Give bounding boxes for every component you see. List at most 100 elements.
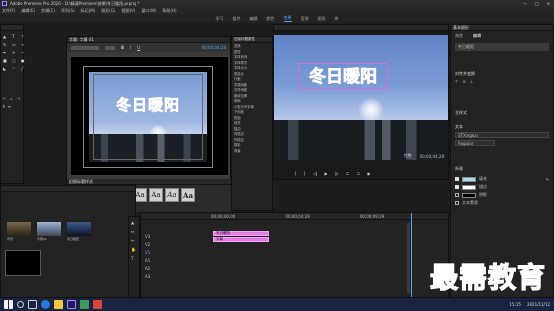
overwrite-icon[interactable]: ⊐ [356,171,359,176]
program-title-text[interactable]: 冬日暖阳 [298,63,388,89]
canvas-title-text[interactable]: 冬日暖阳 [111,95,185,115]
shadow-checkbox[interactable] [455,193,459,197]
align-center-icon[interactable]: ⊥ [9,96,12,101]
app-taskbar-icon[interactable] [93,300,102,309]
ripple-tool-icon[interactable]: ⇔ [131,229,137,234]
type-tool-icon[interactable]: T [12,34,18,39]
search-icon[interactable] [17,301,24,308]
track-v1[interactable]: V1 [145,249,205,257]
razor-tool-icon[interactable]: ✂ [131,238,137,243]
step-forward-icon[interactable]: |▷ [335,171,339,176]
close-button[interactable]: ✕ [547,1,550,6]
vertical-type-tool-icon[interactable]: ⊤ [21,34,27,39]
font-style-dropdown[interactable]: Regular [455,140,495,146]
tab-color[interactable]: 颜色 [267,16,275,22]
track-a2[interactable]: A2 [145,265,205,273]
line-tool-icon[interactable]: ╱ [21,66,27,71]
project-thumb[interactable] [7,222,31,236]
menu-graphics[interactable]: 图形(G) [101,8,115,14]
prop-row[interactable]: 背景 [234,149,270,155]
stroke-checkbox[interactable] [455,185,459,189]
tab-libraries[interactable]: 库 [335,16,339,22]
timeline-clip[interactable]: 字幕 [213,237,269,242]
play-icon[interactable]: ▶ [325,171,328,176]
menu-sequence[interactable]: 序列(S) [61,8,75,14]
tab-edit[interactable]: 编辑 [473,33,481,39]
align-middle-icon[interactable]: ⊝ [462,79,465,84]
font-dropdown[interactable] [71,45,99,50]
menu-window[interactable]: 窗口(W) [141,8,156,14]
timecode-field[interactable]: 00;00;04;28 [202,45,226,50]
menu-edit[interactable]: 编辑(E) [21,8,35,14]
track-v2[interactable]: V2 [145,241,205,249]
program-viewer[interactable]: 冬日暖阳 [274,35,448,160]
menu-help[interactable]: 帮助(H) [162,8,176,14]
premiere-taskbar-icon[interactable] [67,300,76,309]
area-type-tool-icon[interactable]: ▭ [12,42,18,47]
select-tool-icon[interactable]: ▲ [131,220,137,225]
title-canvas[interactable]: 冬日暖阳 [71,57,228,175]
align-top-icon[interactable]: ⊤ [455,79,458,84]
playhead[interactable] [411,213,412,297]
timeline-scroll[interactable] [407,223,410,293]
eyedropper-icon[interactable]: ✎ [546,177,549,182]
track-v3[interactable]: V3 [145,233,205,241]
app-taskbar-icon[interactable] [80,300,89,309]
insert-icon[interactable]: ⊏ [346,171,349,176]
font-dropdown[interactable]: STXingkai [455,132,549,138]
distribute-h-icon[interactable]: ⫴ [3,104,5,109]
add-anchor-tool-icon[interactable]: + [12,50,18,55]
tab-effects[interactable]: 效果 [283,15,292,22]
align-right-icon[interactable]: ⊣ [16,96,19,101]
rotate-tool-icon[interactable]: ↻ [3,42,9,47]
fit-dropdown[interactable]: 完整 [404,153,412,159]
style-swatch[interactable]: Aa [165,188,179,202]
style-swatch[interactable]: Aa [181,188,195,202]
mark-in-icon[interactable]: { [294,171,297,176]
export-frame-icon[interactable]: ◉ [367,171,371,176]
project-thumb[interactable] [67,222,91,236]
pen-tool-icon[interactable]: ✒ [3,50,9,55]
rectangle-tool-icon[interactable]: ■ [3,58,9,63]
rounded-rect-tool-icon[interactable]: ▢ [12,58,18,63]
step-back-icon[interactable]: ◁| [313,171,317,176]
text-mask-checkbox[interactable] [455,201,459,205]
tab-audio[interactable]: 音频 [301,16,309,22]
shadow-swatch[interactable] [462,192,476,198]
hand-tool-icon[interactable]: ✋ [131,247,137,252]
mark-out-icon[interactable]: } [304,171,307,176]
distribute-v-icon[interactable]: ≡ [8,104,11,109]
timeline-clip[interactable]: 冬日暖阳 [213,231,269,236]
project-thumb[interactable] [37,222,61,236]
source-preview[interactable] [5,250,41,276]
path-type-tool-icon[interactable]: ∿ [21,42,27,47]
align-left-icon[interactable]: ⊢ [3,96,6,101]
style-swatch[interactable]: Aa [149,188,163,202]
menu-marker[interactable]: 标记(M) [81,8,96,14]
tab-learn[interactable]: 学习 [216,16,224,22]
task-view-icon[interactable] [28,300,37,309]
wedge-tool-icon[interactable]: ◣ [3,66,9,71]
maximize-button[interactable]: □ [535,1,539,6]
menu-clip[interactable]: 剪辑(C) [41,8,55,14]
explorer-icon[interactable] [54,300,63,309]
menu-view[interactable]: 视图(V) [121,8,135,14]
tab-editing[interactable]: 编辑 [250,16,258,22]
windows-start-icon[interactable] [4,300,13,309]
menu-file[interactable]: 文件(F) [2,8,15,14]
stroke-swatch[interactable] [462,184,476,190]
tab-graphics[interactable]: 图形 [318,16,326,22]
italic-icon[interactable]: I [130,45,131,50]
minimize-button[interactable]: — [523,1,527,6]
selection-tool-icon[interactable]: ▲ [3,34,9,39]
text-tool-icon[interactable]: T [131,256,137,261]
arc-tool-icon[interactable]: ◠ [12,66,18,71]
bold-icon[interactable]: B [121,45,124,50]
tab-assembly[interactable]: 组件 [233,16,241,22]
underline-icon[interactable]: U [137,45,140,50]
align-bottom-icon[interactable]: ⊥ [470,79,473,84]
edge-icon[interactable] [41,300,50,309]
fill-checkbox[interactable] [455,177,459,181]
layer-row[interactable]: 冬日暖阳 [455,43,549,51]
size-field[interactable] [105,45,115,50]
